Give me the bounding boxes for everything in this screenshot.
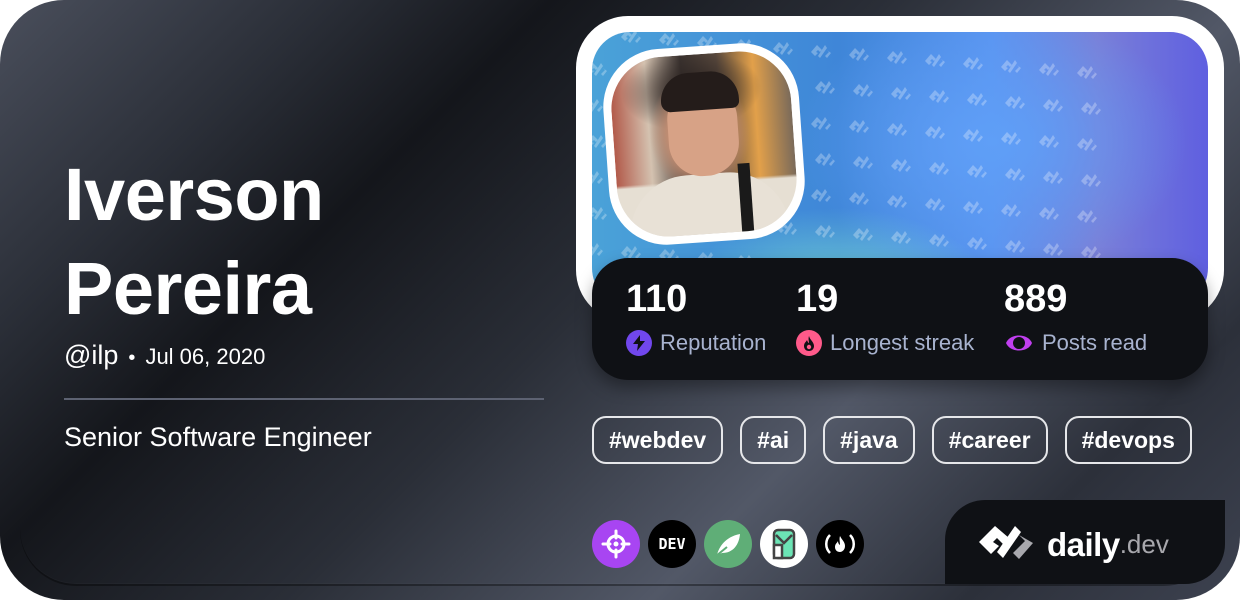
cover-pattern-glyph — [1042, 242, 1064, 258]
cover-pattern-glyph — [592, 32, 604, 42]
stat-value: 110 — [626, 278, 688, 320]
cover-pattern-glyph — [886, 50, 908, 66]
cover-pattern-glyph — [924, 197, 946, 213]
cover-pattern-glyph — [966, 92, 988, 108]
cover-pattern-glyph — [886, 122, 908, 138]
stat-posts-read: 889 Posts read — [1004, 276, 1147, 356]
tags-list: #webdev #ai #java #career #devops — [592, 416, 1192, 464]
cover-pattern-glyph — [1042, 98, 1064, 114]
eye-icon — [1004, 330, 1034, 356]
cover-pattern-glyph — [962, 128, 984, 144]
cover-pattern-glyph — [814, 224, 836, 240]
cover-pattern-glyph — [928, 233, 950, 249]
cover-pattern-glyph — [848, 191, 870, 207]
dev-to-source-icon[interactable]: DEV — [648, 520, 696, 568]
cover-pattern-glyph — [1076, 209, 1098, 225]
separator-dot: • — [128, 347, 136, 369]
cover-pattern-glyph — [592, 62, 608, 78]
cover-pattern-glyph — [1042, 170, 1064, 186]
avatar-shirt — [626, 168, 791, 241]
stat-label: Reputation — [660, 330, 767, 355]
last-name: Pereira — [64, 247, 312, 330]
cover-pattern-glyph — [928, 89, 950, 105]
brand-word: daily — [1047, 525, 1120, 563]
cover-pattern-glyph — [1000, 203, 1022, 219]
devcard: Iverson Pereira @ilp • Jul 06, 2020 Seni… — [0, 0, 1240, 600]
favorite-sources: DEV — [592, 520, 864, 568]
stat-reputation: 110 Reputation — [626, 276, 766, 356]
avatar — [607, 47, 801, 241]
job-title: Senior Software Engineer — [64, 422, 372, 452]
cover-pattern-glyph — [1080, 173, 1102, 189]
cover-pattern-glyph — [592, 242, 604, 258]
cover-pattern-glyph — [852, 227, 874, 243]
tag-java[interactable]: #java — [823, 416, 915, 464]
cover-pattern-glyph — [924, 125, 946, 141]
crosshair-source-icon[interactable] — [592, 520, 640, 568]
tag-ai[interactable]: #ai — [740, 416, 807, 464]
cover-pattern-glyph — [890, 158, 912, 174]
cover-pattern-glyph — [592, 170, 604, 186]
dev-to-label: DEV — [658, 535, 686, 553]
stats-panel: 110 Reputation 19 Longest streak 889 Pos… — [592, 258, 1208, 380]
cover-pattern-glyph — [966, 236, 988, 252]
join-date: Jul 06, 2020 — [145, 344, 266, 369]
profile-meta: @ilp • Jul 06, 2020 — [64, 340, 265, 376]
cover-pattern-glyph — [810, 116, 832, 132]
cover-pattern-glyph — [1000, 131, 1022, 147]
owl-source-icon[interactable] — [760, 520, 808, 568]
avatar-hair — [659, 69, 740, 113]
flame-icon — [796, 330, 822, 356]
cover-pattern-glyph — [966, 164, 988, 180]
cover-pattern-glyph — [658, 32, 680, 48]
cover-pattern-glyph — [852, 83, 874, 99]
cover-pattern-glyph — [962, 200, 984, 216]
cover-pattern-glyph — [1076, 137, 1098, 153]
cover-pattern-glyph — [814, 80, 836, 96]
cover-pattern-glyph — [848, 119, 870, 135]
cover-pattern-glyph — [924, 53, 946, 69]
cover-pattern-glyph — [1076, 65, 1098, 81]
cover-pattern-glyph — [852, 155, 874, 171]
stat-longest-streak: 19 Longest streak — [796, 276, 974, 356]
stat-value: 19 — [796, 278, 839, 320]
leaf-source-icon[interactable] — [704, 520, 752, 568]
brand-tld: .dev — [1119, 529, 1169, 559]
cover-pattern-glyph — [814, 152, 836, 168]
cover-pattern-glyph — [592, 206, 608, 222]
cover-pattern-glyph — [848, 47, 870, 63]
daily-dev-brand: daily .dev — [945, 500, 1225, 584]
profile-name: Iverson Pereira — [64, 148, 564, 336]
daily-dev-logo-icon — [975, 522, 1037, 567]
username: @ilp — [64, 340, 119, 370]
cover-pattern-glyph — [962, 56, 984, 72]
cover-pattern-glyph — [890, 86, 912, 102]
cover-pattern-glyph — [890, 230, 912, 246]
cover-pattern-glyph — [1000, 59, 1022, 75]
cover-pattern-glyph — [810, 188, 832, 204]
tag-webdev[interactable]: #webdev — [592, 416, 724, 464]
cover-pattern-glyph — [1004, 167, 1026, 183]
cover-pattern-glyph — [886, 194, 908, 210]
cover-pattern-glyph — [1004, 95, 1026, 111]
freecodecamp-source-icon[interactable] — [816, 520, 864, 568]
tag-devops[interactable]: #devops — [1064, 416, 1192, 464]
tag-career[interactable]: #career — [931, 416, 1048, 464]
cover-pattern-glyph — [620, 32, 642, 45]
cover-pattern-glyph — [1038, 134, 1060, 150]
cover-pattern-glyph — [1004, 239, 1026, 255]
cover-pattern-glyph — [928, 161, 950, 177]
divider — [64, 398, 544, 400]
stat-label: Posts read — [1042, 330, 1148, 355]
stat-label: Longest streak — [830, 330, 975, 355]
first-name: Iverson — [64, 153, 324, 236]
cover-pattern-glyph — [810, 44, 832, 60]
cover-pattern-glyph — [1080, 101, 1102, 117]
cover-pattern-glyph — [1038, 62, 1060, 78]
stat-value: 889 — [1004, 278, 1068, 320]
lightning-icon — [626, 330, 652, 356]
cover-pattern-glyph — [592, 98, 604, 114]
cover-pattern-glyph — [1038, 206, 1060, 222]
